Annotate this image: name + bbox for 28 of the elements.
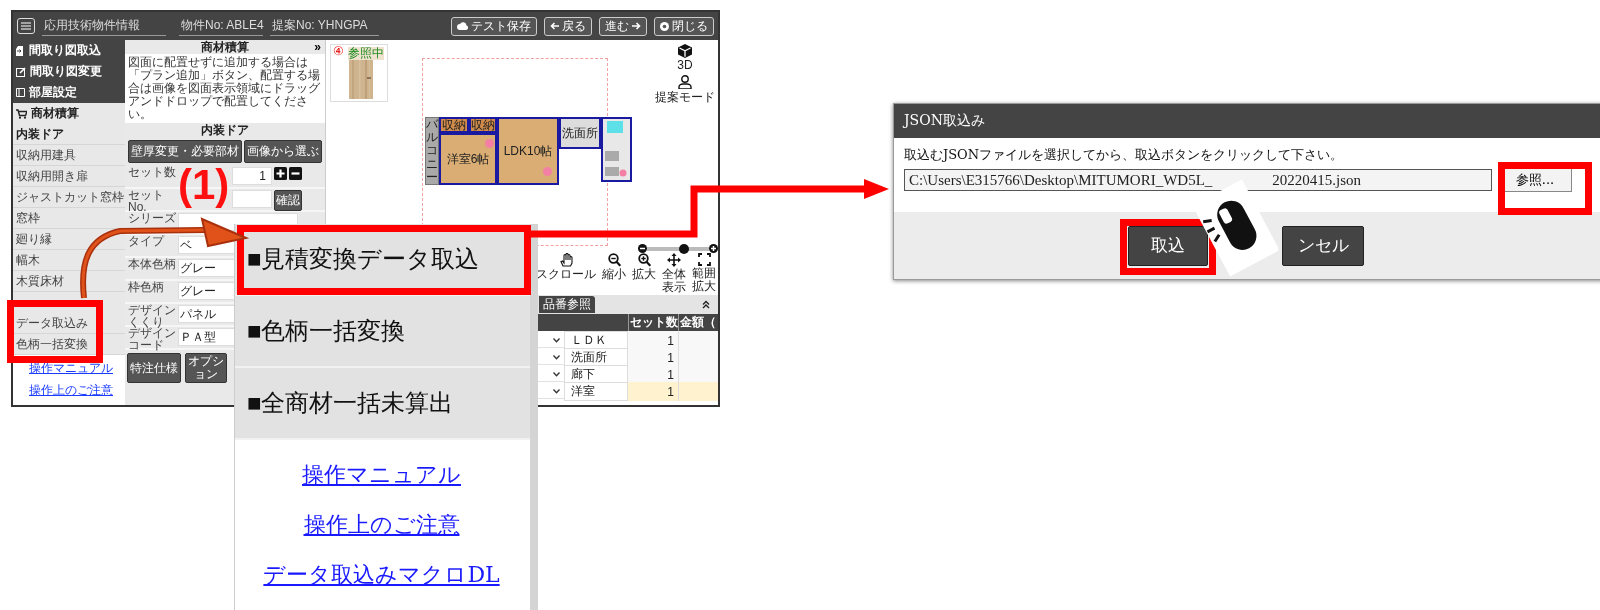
field-label: セットNo. <box>128 190 165 213</box>
view-label: 3D <box>677 58 693 72</box>
floor-plan-room: LDK10帖 <box>497 117 559 185</box>
field-label: 本体色柄 <box>128 259 177 271</box>
floor-plan-room: 収納 <box>469 117 497 133</box>
dialog-title: JSON取込み <box>904 112 985 130</box>
property-number: 物件No: ABLE4 <box>179 16 263 36</box>
field-label: タイプ <box>128 236 166 248</box>
section-title: 内装ドア <box>201 123 249 138</box>
field-label: セット数 <box>128 167 177 179</box>
item-number: ④ <box>333 45 344 58</box>
floor-plan-room: 洗面所 <box>559 117 601 149</box>
view-label: 提案モード <box>655 89 715 106</box>
field-label: デザインコード <box>128 328 177 351</box>
instruction-text: 取込むJSONファイルを選択してから、取込ボタンをクリックして下さい。 <box>904 146 1345 164</box>
floor-plan-room: 洋室6帖 <box>439 133 497 185</box>
panel-note: 図面に配置せずに追加する場合は「プラン追加」ボタン、配置する場合は画像を図面表示領域にドラッグアンドドロップで配置してください。 <box>125 54 325 123</box>
project-title: 応用技術物件情報 <box>42 16 166 36</box>
floor-plan-room: バルコニー <box>425 117 439 185</box>
status-label: 参照中 <box>348 47 384 60</box>
proposal-number: 提案No: YHNGPA <box>270 16 379 36</box>
field-label: デザインくくり <box>128 305 177 328</box>
floor-plan-room: 収納 <box>439 117 469 133</box>
panel-title: 商材積算 <box>201 38 249 56</box>
field-label: 枠色柄 <box>128 282 165 294</box>
field-label: シリーズ <box>128 213 177 225</box>
step-label: (1) <box>178 163 230 207</box>
table-cell: 1 <box>628 382 678 401</box>
